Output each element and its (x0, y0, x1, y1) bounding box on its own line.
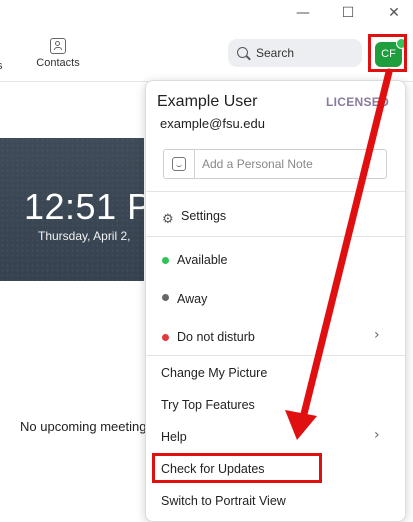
annotation-arrow (285, 68, 393, 440)
arrow-shaft (300, 68, 393, 418)
arrow-head (285, 410, 317, 440)
